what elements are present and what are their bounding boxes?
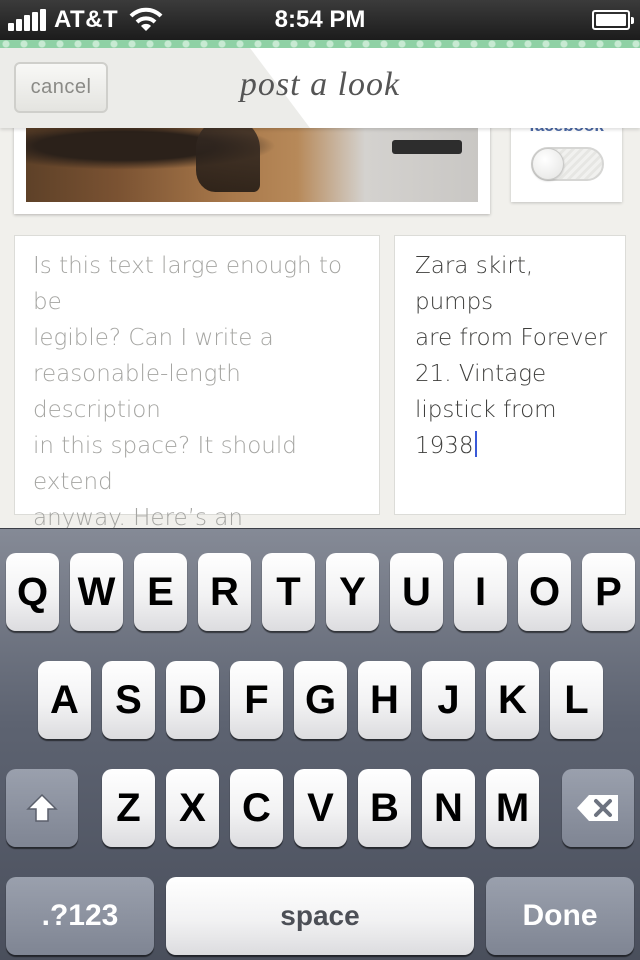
key-c[interactable]: C (230, 769, 283, 847)
key-u[interactable]: U (390, 553, 443, 631)
key-t[interactable]: T (262, 553, 315, 631)
key-s[interactable]: S (102, 661, 155, 739)
key-k[interactable]: K (486, 661, 539, 739)
key-r[interactable]: R (198, 553, 251, 631)
key-g[interactable]: G (294, 661, 347, 739)
status-bar: AT&T 8:54 PM (0, 0, 640, 40)
delete-icon (577, 795, 618, 821)
keyboard-row-3: Z X C V B N M (0, 769, 640, 849)
key-q[interactable]: Q (6, 553, 59, 631)
key-v[interactable]: V (294, 769, 347, 847)
key-j[interactable]: J (422, 661, 475, 739)
page-title: post a look (239, 66, 401, 103)
shift-icon (26, 793, 58, 822)
keyboard-row-4: .?123 space Done (0, 877, 640, 957)
facebook-toggle[interactable] (531, 147, 604, 181)
key-n[interactable]: N (422, 769, 475, 847)
key-y[interactable]: Y (326, 553, 379, 631)
nav-bar: cancel post a look (0, 48, 640, 128)
battery-icon (592, 10, 634, 30)
key-l[interactable]: L (550, 661, 603, 739)
key-m[interactable]: M (486, 769, 539, 847)
clock: 8:54 PM (274, 6, 366, 33)
shift-key[interactable] (6, 769, 78, 847)
keyboard-row-1: Q W E R T Y U I O P (0, 553, 640, 633)
key-f[interactable]: F (230, 661, 283, 739)
key-e[interactable]: E (134, 553, 187, 631)
caption-text: Zara skirt, pumps are from Forever 21. V… (415, 253, 608, 459)
toggle-knob (532, 148, 564, 180)
description-field[interactable]: Is this text large enough to be legible?… (14, 235, 380, 639)
key-i[interactable]: I (454, 553, 507, 631)
header-pattern (0, 40, 640, 48)
key-w[interactable]: W (70, 553, 123, 631)
keyboard-row-2: A S D F G H J K L (0, 661, 640, 741)
done-key[interactable]: Done (486, 877, 634, 955)
key-x[interactable]: X (166, 769, 219, 847)
key-d[interactable]: D (166, 661, 219, 739)
delete-key[interactable] (562, 769, 634, 847)
keyboard: Q W E R T Y U I O P A S D F G H J K L Z … (0, 528, 640, 960)
key-b[interactable]: B (358, 769, 411, 847)
key-a[interactable]: A (38, 661, 91, 739)
space-key[interactable]: space (166, 877, 474, 955)
numbers-key[interactable]: .?123 (6, 877, 154, 955)
key-p[interactable]: P (582, 553, 635, 631)
caption-field[interactable]: Zara skirt, pumps are from Forever 21. V… (394, 235, 626, 515)
key-o[interactable]: O (518, 553, 571, 631)
text-caret (474, 431, 477, 457)
key-z[interactable]: Z (102, 769, 155, 847)
key-h[interactable]: H (358, 661, 411, 739)
